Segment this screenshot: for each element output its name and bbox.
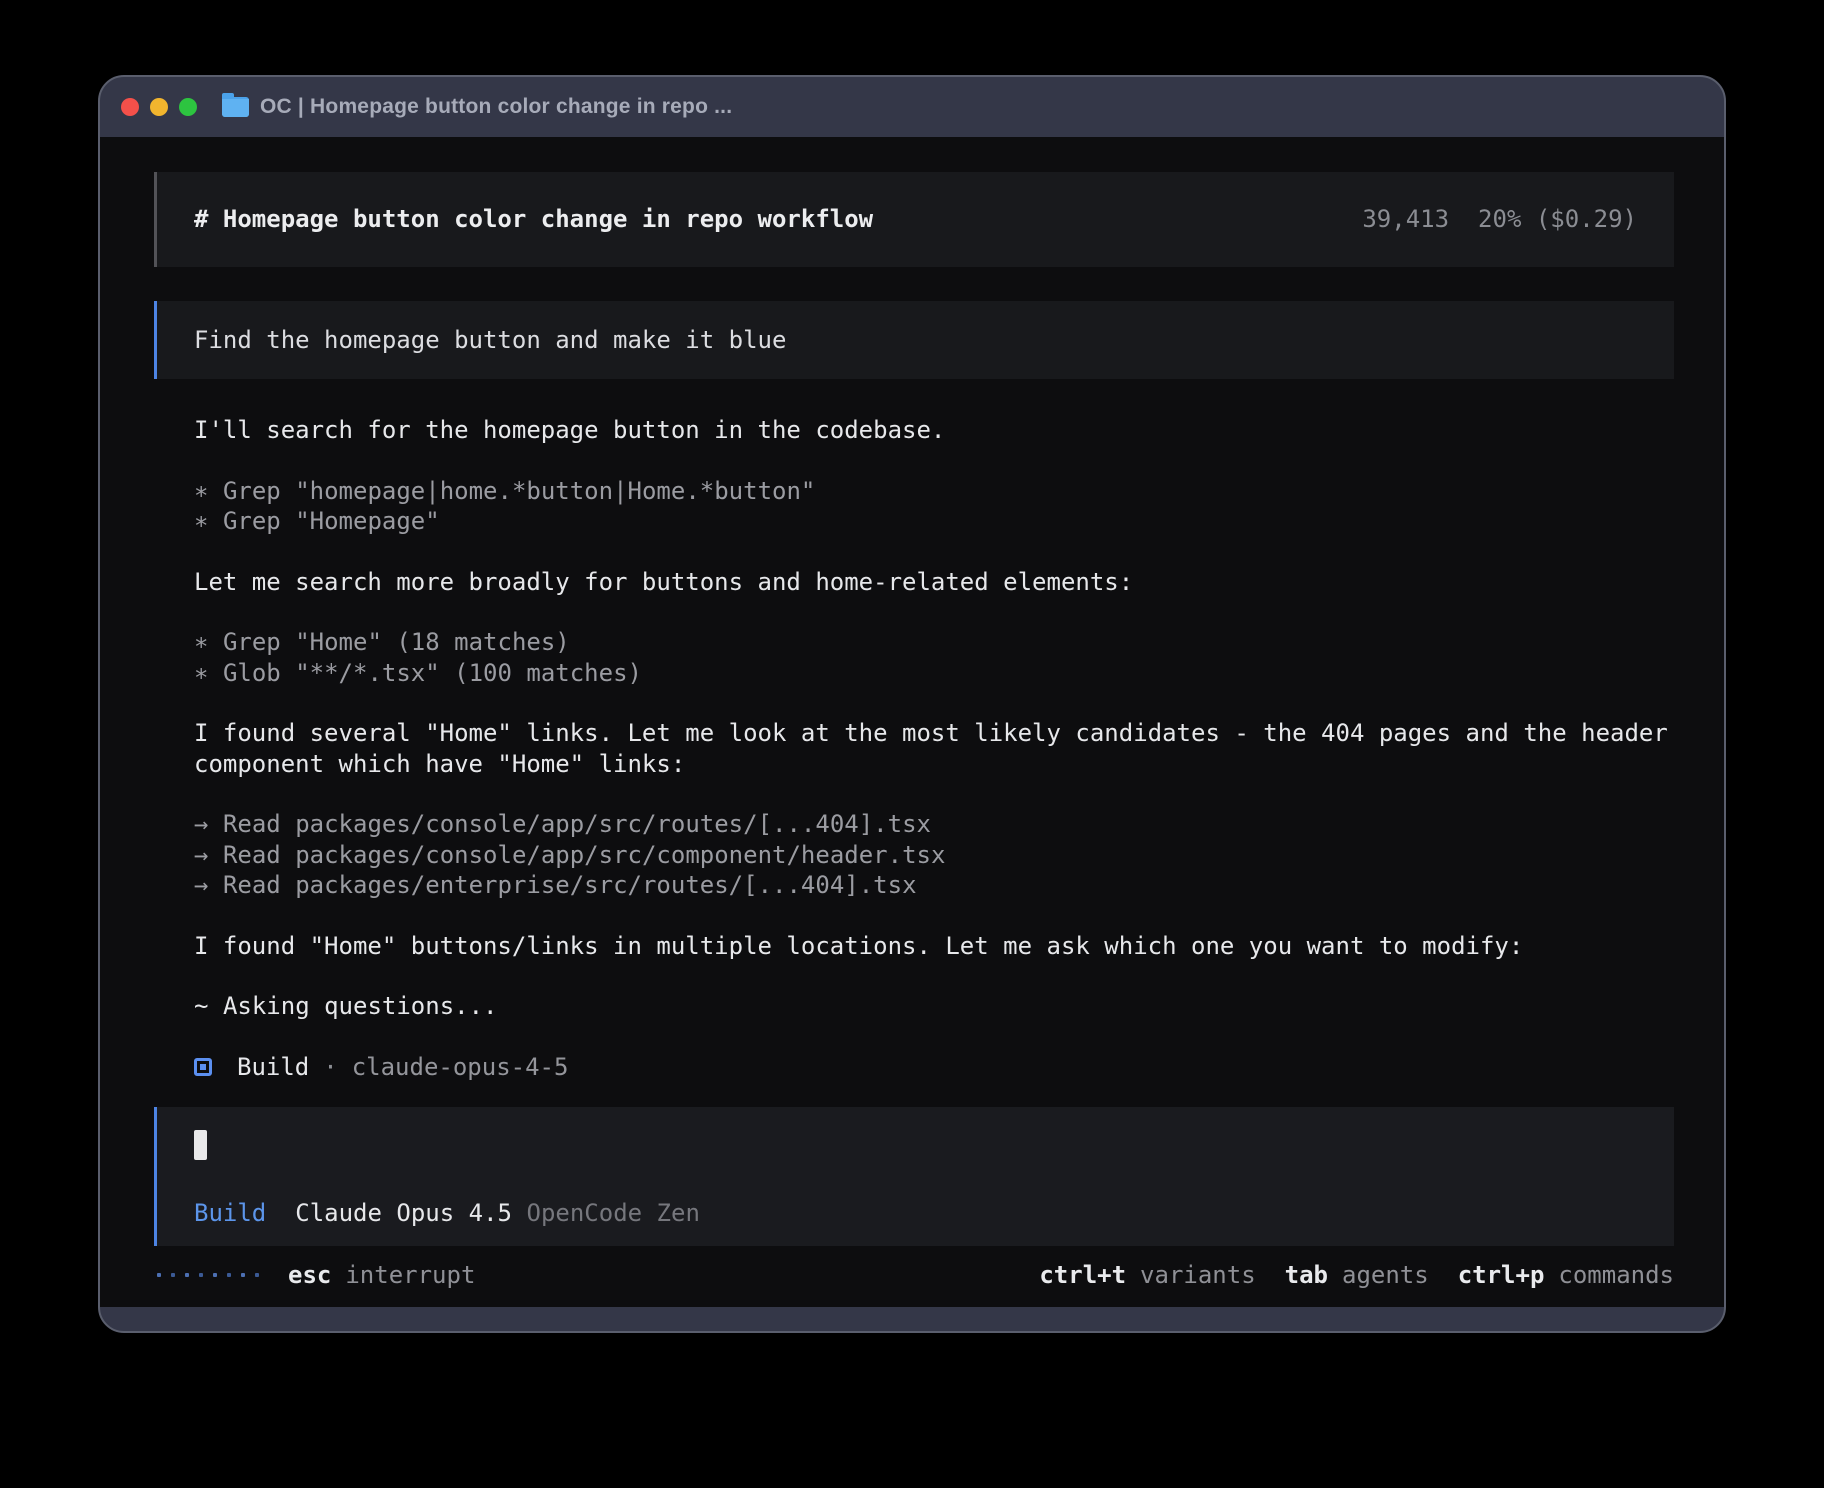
terminal-window: OC | Homepage button color change in rep…	[98, 75, 1726, 1333]
transcript-line: ∗Grep "Homepage"	[194, 506, 1674, 537]
input-model[interactable]: Claude Opus 4.5	[295, 1198, 512, 1229]
text-cursor	[194, 1130, 207, 1160]
close-button[interactable]	[121, 98, 139, 116]
keyboard-hint: ctrl+t variants	[1039, 1260, 1255, 1291]
folder-icon	[222, 97, 249, 117]
input-agent-mode[interactable]: Build	[194, 1198, 266, 1229]
keyboard-hint: ctrl+p commands	[1458, 1260, 1674, 1291]
window-titlebar[interactable]: OC | Homepage button color change in rep…	[100, 77, 1724, 137]
status-right: ctrl+t variants tab agents ctrl+p comman…	[1039, 1260, 1674, 1291]
window-title: OC | Homepage button color change in rep…	[260, 95, 732, 119]
esc-action-label: interrupt	[345, 1260, 475, 1291]
transcript-line: ∗Grep "Home" (18 matches)	[194, 627, 1674, 658]
transcript-line: I found several "Home" links. Let me loo…	[194, 718, 1674, 779]
transcript-line: I found "Home" buttons/links in multiple…	[194, 931, 1674, 962]
terminal-content: # Homepage button color change in repo w…	[100, 137, 1724, 1307]
input-provider: OpenCode Zen	[527, 1198, 700, 1229]
agent-build-icon	[194, 1058, 212, 1076]
separator-dot-icon: ·	[323, 1052, 337, 1083]
progress-spinner-icon	[157, 1273, 259, 1277]
line-prefix-icon: →	[194, 871, 208, 899]
session-title: # Homepage button color change in repo w…	[194, 204, 873, 235]
session-stats: 39,413 20% ($0.29)	[1362, 204, 1637, 235]
user-message: Find the homepage button and make it blu…	[154, 301, 1674, 380]
context-usage: 20% ($0.29)	[1478, 204, 1637, 235]
prompt-input[interactable]: Build Claude Opus 4.5 OpenCode Zen	[154, 1107, 1674, 1246]
agent-name: Build	[237, 1052, 309, 1083]
line-prefix-icon: ∗	[194, 507, 208, 535]
status-left: esc interrupt	[154, 1260, 475, 1291]
transcript-paragraph: I found several "Home" links. Let me loo…	[194, 718, 1674, 779]
maximize-button[interactable]	[179, 98, 197, 116]
transcript-paragraph: ~Asking questions...	[194, 991, 1674, 1022]
transcript-line: ∗Grep "homepage|home.*button|Home.*butto…	[194, 476, 1674, 507]
status-bar: esc interrupt ctrl+t variants tab agents	[154, 1260, 1674, 1291]
line-prefix-icon: ∗	[194, 477, 208, 505]
transcript-paragraph: ∗Grep "homepage|home.*button|Home.*butto…	[194, 476, 1674, 537]
agent-model: claude-opus-4-5	[352, 1052, 569, 1083]
transcript-line: ~Asking questions...	[194, 991, 1674, 1022]
esc-key-hint: esc	[288, 1260, 331, 1291]
keyboard-hint: tab agents	[1285, 1260, 1429, 1291]
user-message-text: Find the homepage button and make it blu…	[194, 326, 786, 354]
assistant-transcript: I'll search for the homepage button in t…	[194, 415, 1674, 1022]
transcript-line: I'll search for the homepage button in t…	[194, 415, 1674, 446]
transcript-line: →Read packages/enterprise/src/routes/[..…	[194, 870, 1674, 901]
transcript-line: Let me search more broadly for buttons a…	[194, 567, 1674, 598]
token-count: 39,413	[1362, 204, 1449, 235]
transcript-paragraph: Let me search more broadly for buttons a…	[194, 567, 1674, 598]
line-prefix-icon: →	[194, 810, 208, 838]
transcript-paragraph: I found "Home" buttons/links in multiple…	[194, 931, 1674, 962]
transcript-line: →Read packages/console/app/src/routes/[.…	[194, 809, 1674, 840]
line-prefix-icon: ~	[194, 992, 208, 1020]
agent-status-line: Build · claude-opus-4-5	[194, 1052, 1674, 1083]
line-prefix-icon: ∗	[194, 659, 208, 687]
transcript-line: ∗Glob "**/*.tsx" (100 matches)	[194, 658, 1674, 689]
transcript-paragraph: I'll search for the homepage button in t…	[194, 415, 1674, 446]
minimize-button[interactable]	[150, 98, 168, 116]
line-prefix-icon: ∗	[194, 628, 208, 656]
transcript-paragraph: →Read packages/console/app/src/routes/[.…	[194, 809, 1674, 901]
transcript-paragraph: ∗Grep "Home" (18 matches) ∗Glob "**/*.ts…	[194, 627, 1674, 688]
transcript-line: →Read packages/console/app/src/component…	[194, 840, 1674, 871]
line-prefix-icon: →	[194, 841, 208, 869]
session-header: # Homepage button color change in repo w…	[154, 172, 1674, 267]
input-meta-row: Build Claude Opus 4.5 OpenCode Zen	[194, 1198, 1637, 1229]
